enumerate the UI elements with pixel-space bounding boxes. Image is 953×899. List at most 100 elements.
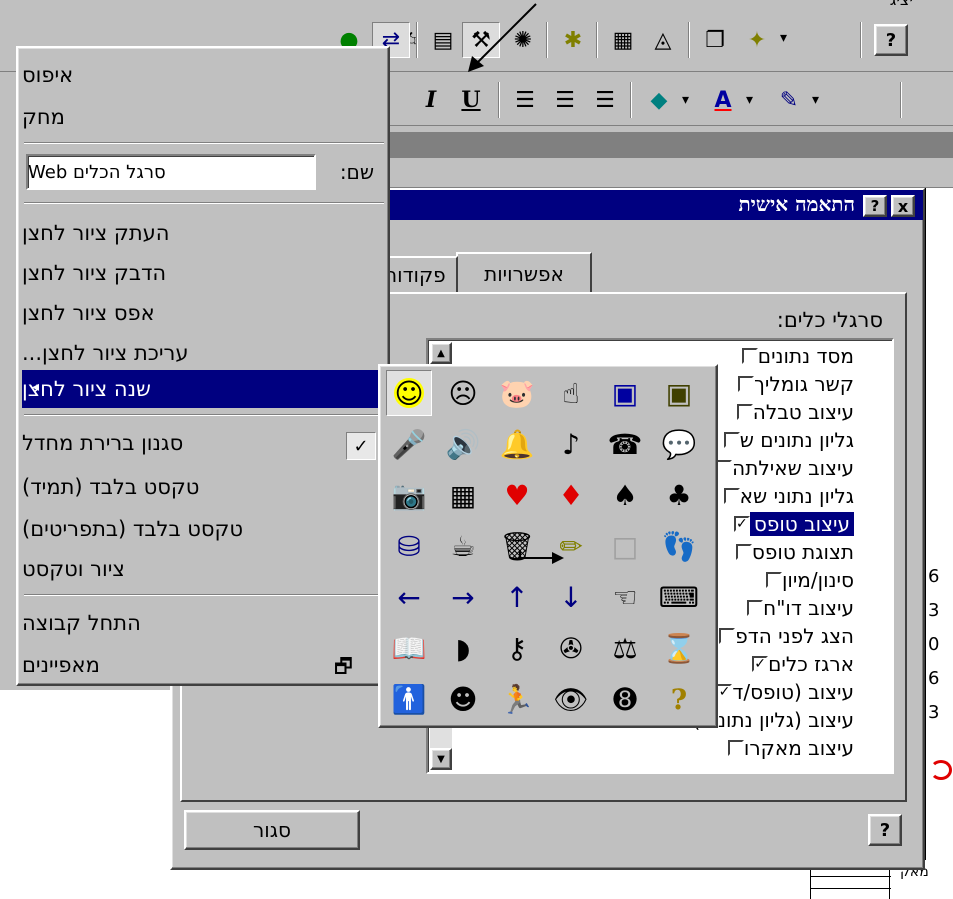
chevron-down-icon[interactable]: ▾ — [780, 30, 787, 46]
blank-icon[interactable]: □ — [602, 523, 648, 569]
hand-sound-icon[interactable]: ◗ — [440, 625, 486, 671]
toolbar-list-item[interactable]: ✓ עיצוב (טופס/ד — [710, 678, 854, 705]
toolbar-checkbox[interactable] — [765, 571, 782, 588]
code-icon[interactable]: ✱ — [554, 22, 592, 58]
fill-color-icon[interactable]: ◆ — [640, 82, 678, 118]
hourglass-icon[interactable]: ⌛ — [656, 625, 702, 671]
menu-item-text-only-always[interactable]: טקסט בלבד (תמיד) — [22, 468, 386, 506]
menu-item-begin-group[interactable]: התחל קבוצה — [22, 604, 386, 642]
toolbar-checkbox[interactable] — [736, 403, 753, 420]
scroll-up-button[interactable]: ▲ — [430, 342, 452, 364]
menu-item-properties[interactable]: מאפיינים — [22, 646, 386, 684]
toolbar-checkbox[interactable] — [747, 599, 764, 616]
toolbar-list-item[interactable]: תצוגת טופס — [730, 538, 854, 565]
film-icon[interactable]: ✇ — [548, 625, 594, 671]
menu-item-reset[interactable]: איפוס — [22, 56, 386, 94]
toolbar-list-item[interactable]: ✓ ארגז כלים — [746, 650, 854, 677]
object-icon[interactable]: ▦ — [604, 22, 642, 58]
toolbar-list-item[interactable]: גליון נתונים ש — [718, 426, 854, 453]
frown-icon[interactable]: ☹ — [440, 370, 486, 416]
toolbar-list-item[interactable]: עיצוב דו"ח — [741, 594, 854, 621]
menu-item-reset-image[interactable]: אפס ציור לחצן — [22, 294, 386, 332]
toolbar-checkbox[interactable] — [716, 459, 733, 476]
tab-commands[interactable]: פקודות — [382, 256, 458, 292]
microphone-icon[interactable]: 🎤 — [386, 421, 432, 467]
disk-blue-icon[interactable]: ▣ — [602, 370, 648, 416]
font-color-icon[interactable]: A — [704, 82, 742, 118]
eight-ball-icon[interactable]: ➑ — [602, 676, 648, 722]
calculator-icon[interactable]: ▦ — [440, 472, 486, 518]
toolbar-checkbox[interactable] — [723, 431, 740, 448]
toolbar-checkbox[interactable] — [741, 347, 758, 364]
menu-item-image-and-text[interactable]: ציור וטקסט — [22, 550, 386, 588]
toolbar-checkbox[interactable] — [727, 739, 744, 756]
new-object-icon[interactable]: ✦ — [738, 22, 776, 58]
arrow-left-icon[interactable]: ← — [386, 574, 432, 620]
toolbar-checkbox[interactable] — [723, 487, 740, 504]
menu-item-change-image[interactable]: שנה ציור לחצן ◂ — [22, 370, 386, 408]
spade-icon[interactable]: ♠ — [602, 472, 648, 518]
chevron-down-icon[interactable]: ▾ — [682, 92, 689, 108]
toolbar-list-item[interactable]: מסד נתונים — [736, 342, 854, 369]
help-icon[interactable]: ? — [868, 814, 902, 846]
runner-icon[interactable]: 🏃 — [494, 676, 540, 722]
toolbar-list-item[interactable]: עיצוב מאקרו — [722, 734, 854, 761]
menu-item-paste-image[interactable]: הדבק ציור לחצן — [22, 254, 386, 292]
chevron-down-icon[interactable]: ▾ — [812, 92, 819, 108]
name-input[interactable]: סרגל הכלים Web — [26, 154, 316, 190]
window-icon[interactable]: ❐ — [696, 22, 734, 58]
camera-icon[interactable]: 📷 — [386, 472, 432, 518]
toolbar-checkbox[interactable] — [735, 543, 752, 560]
speech-bubble-icon[interactable]: 💬 — [656, 421, 702, 467]
speaker-icon[interactable]: 🔊 — [440, 421, 486, 467]
menu-item-delete[interactable]: מחק — [22, 98, 386, 136]
head-icon[interactable]: ☻ — [440, 676, 486, 722]
menu-item-text-only-menus[interactable]: טקסט בלבד (בתפריטים) — [22, 510, 386, 548]
toolbar-list-item[interactable]: עיצוב שאילתה — [710, 454, 854, 481]
toolbar-checkbox[interactable] — [738, 375, 755, 392]
toolbar-list-item[interactable]: גליון נתוני שא — [718, 482, 854, 509]
toolbar-checkbox[interactable]: ✓ — [716, 683, 733, 700]
bell-icon[interactable]: 🔔 — [494, 421, 540, 467]
scales-icon[interactable]: ⚖ — [602, 625, 648, 671]
note-icon[interactable]: ♪ — [548, 421, 594, 467]
menu-item-default-style[interactable]: סגנון ברירת מחדל — [22, 424, 386, 462]
help-icon[interactable]: ? — [874, 24, 908, 56]
person-icon[interactable]: 🚹 — [386, 676, 432, 722]
disk-save-icon[interactable]: ▣ — [656, 370, 702, 416]
smiley-icon[interactable]: ☺ — [386, 370, 432, 416]
toolbar-checkbox[interactable]: ✓ — [752, 655, 769, 672]
question-icon[interactable]: ? — [656, 676, 702, 722]
diamond-icon[interactable]: ♦ — [548, 472, 594, 518]
menu-item-edit-image[interactable]: עריכת ציור לחצן... — [22, 334, 386, 372]
eye-icon[interactable]: 👁 — [548, 676, 594, 722]
triangle-icon[interactable]: ◬ — [644, 22, 682, 58]
paint-bucket-icon[interactable]: ⛁ — [386, 523, 432, 569]
arrow-right-icon[interactable]: → — [440, 574, 486, 620]
book-icon[interactable]: 📖 — [386, 625, 432, 671]
line-color-icon[interactable]: ✎ — [770, 82, 808, 118]
toolbar-checkbox[interactable] — [719, 627, 736, 644]
close-button[interactable]: סגור — [184, 810, 360, 850]
tab-options[interactable]: אפשרויות — [456, 252, 592, 294]
arrow-up-icon[interactable]: ↑ — [494, 574, 540, 620]
align-left-icon[interactable]: ☰ — [506, 82, 544, 118]
properties-icon[interactable]: ▤ — [424, 22, 462, 58]
align-center-icon[interactable]: ☰ — [546, 82, 584, 118]
pig-icon[interactable]: 🐷 — [494, 370, 540, 416]
arrow-down-icon[interactable]: ↓ — [548, 574, 594, 620]
hand-icon[interactable]: ☝ — [548, 370, 594, 416]
key-icon[interactable]: ⚷ — [494, 625, 540, 671]
toolbar-checkbox[interactable]: ✓ — [733, 515, 750, 532]
toolbar-list-item[interactable]: הצג לפני הדפ — [713, 622, 854, 649]
align-right-icon[interactable]: ☰ — [586, 82, 624, 118]
hand-point-icon[interactable]: ☜ — [602, 574, 648, 620]
underline-button[interactable]: U — [452, 82, 490, 118]
menu-item-copy-image[interactable]: העתק ציור לחצן — [22, 214, 386, 252]
toolbar-list-item[interactable]: קשר גומליך — [732, 370, 854, 397]
scroll-down-button[interactable]: ▼ — [430, 748, 452, 770]
keyboard-icon[interactable]: ⌨ — [656, 574, 702, 620]
dialog-help-button[interactable]: ? — [863, 195, 887, 217]
chevron-down-icon[interactable]: ▾ — [746, 92, 753, 108]
phone-icon[interactable]: ☎ — [602, 421, 648, 467]
